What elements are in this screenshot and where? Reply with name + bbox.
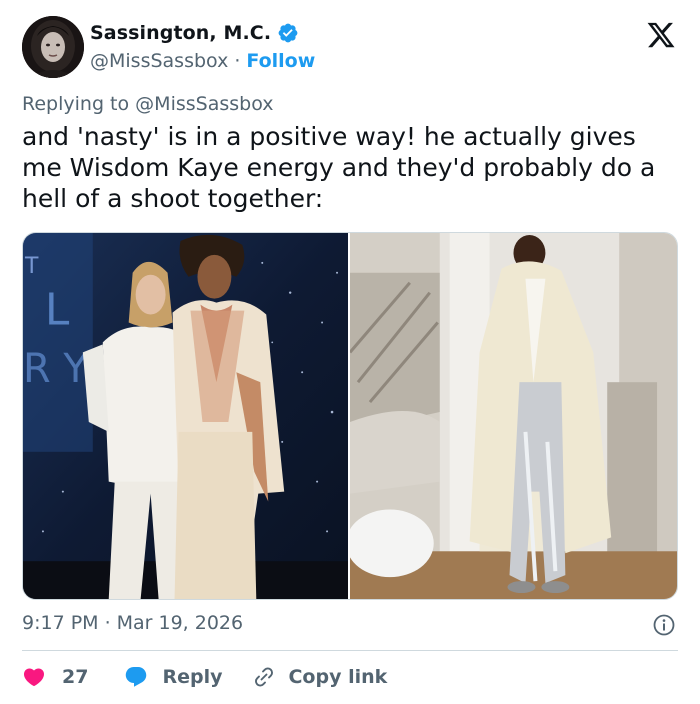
- author-handle-row: @MissSassbox · Follow: [90, 50, 315, 72]
- info-icon[interactable]: [652, 613, 676, 637]
- photo-right[interactable]: [350, 233, 677, 599]
- like-count: 27: [62, 666, 89, 688]
- author-name-row: Sassington, M.C.: [90, 22, 299, 44]
- tweet-date[interactable]: Mar 19, 2026: [117, 612, 244, 634]
- photo-left[interactable]: T L R Y: [23, 233, 348, 599]
- copy-link-label: Copy link: [288, 666, 388, 688]
- handle-separator: ·: [234, 50, 241, 72]
- verified-badge-icon: [278, 23, 298, 43]
- like-button[interactable]: 27: [22, 665, 88, 689]
- divider: [22, 650, 678, 651]
- svg-text:L: L: [45, 285, 70, 336]
- replying-prefix: Replying to: [22, 93, 130, 115]
- replying-to: Replying to @MissSassbox: [22, 93, 274, 115]
- copy-link-button[interactable]: Copy link: [252, 665, 387, 689]
- author-name[interactable]: Sassington, M.C.: [90, 22, 271, 44]
- media-grid: T L R Y: [22, 232, 678, 600]
- reply-button[interactable]: Reply: [124, 665, 222, 689]
- heart-icon: [23, 668, 45, 687]
- follow-button[interactable]: Follow: [246, 50, 315, 72]
- x-logo-icon[interactable]: [646, 20, 676, 50]
- reply-bubble-icon: [126, 667, 147, 687]
- replying-mention[interactable]: @MissSassbox: [135, 93, 273, 115]
- tweet-card: Sassington, M.C. @MissSassbox · Follow R…: [0, 0, 700, 704]
- author-handle[interactable]: @MissSassbox: [90, 50, 228, 72]
- action-bar: 27 Reply Copy link: [22, 662, 387, 692]
- svg-text:T: T: [24, 254, 39, 279]
- tweet-text: and 'nasty' is in a positive way! he act…: [22, 122, 656, 213]
- svg-text:R Y: R Y: [23, 346, 88, 392]
- tweet-time[interactable]: 9:17 PM: [22, 612, 99, 634]
- tweet-header: Sassington, M.C. @MissSassbox · Follow: [22, 16, 678, 78]
- avatar[interactable]: [22, 16, 84, 78]
- meta-separator: ·: [104, 612, 111, 634]
- link-icon: [255, 667, 274, 687]
- reply-label: Reply: [162, 666, 223, 688]
- tweet-meta: 9:17 PM · Mar 19, 2026: [22, 612, 243, 634]
